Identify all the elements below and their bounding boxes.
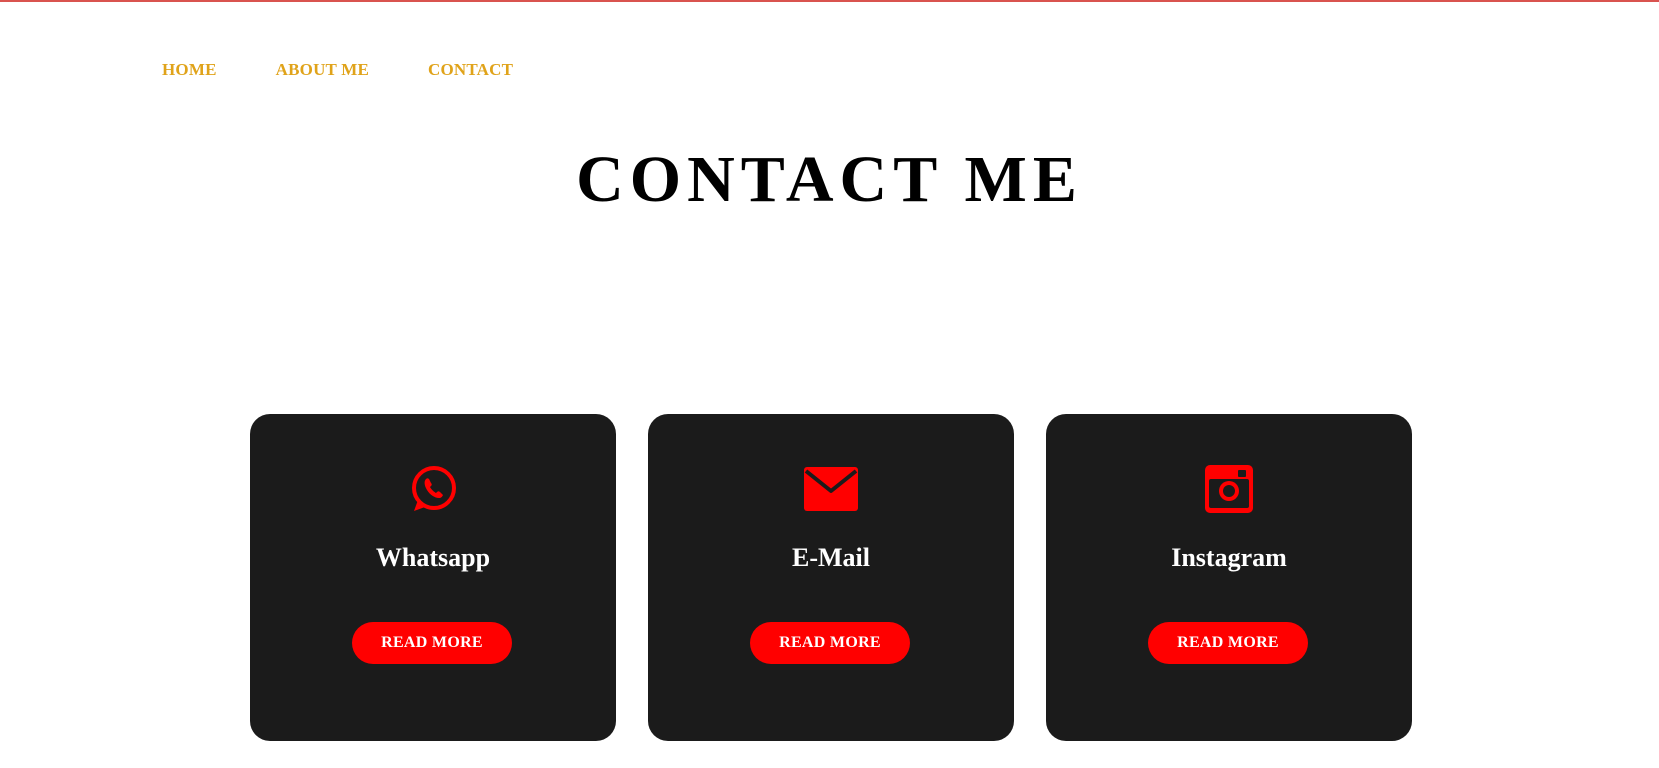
email-card-title: E-Mail bbox=[792, 543, 870, 572]
top-border-line bbox=[0, 0, 1659, 2]
whatsapp-card: Whatsapp READ MORE bbox=[250, 414, 616, 741]
page-title: CONTACT ME bbox=[576, 143, 1083, 216]
email-card: E-Mail READ MORE bbox=[648, 414, 1014, 741]
instagram-card: Instagram READ MORE bbox=[1046, 414, 1412, 741]
main-nav: HOME ABOUT ME CONTACT bbox=[162, 60, 513, 80]
instagram-read-more-button[interactable]: READ MORE bbox=[1148, 622, 1308, 664]
contact-cards: Whatsapp READ MORE E-Mail READ MORE Inst… bbox=[250, 414, 1412, 741]
whatsapp-read-more-button[interactable]: READ MORE bbox=[352, 622, 512, 664]
nav-contact-link[interactable]: CONTACT bbox=[428, 60, 513, 80]
nav-home-link[interactable]: HOME bbox=[162, 60, 217, 80]
instagram-card-title: Instagram bbox=[1171, 543, 1287, 572]
whatsapp-icon bbox=[250, 462, 616, 516]
email-icon bbox=[648, 462, 1014, 516]
email-read-more-button[interactable]: READ MORE bbox=[750, 622, 910, 664]
nav-about-me-link[interactable]: ABOUT ME bbox=[276, 60, 369, 80]
whatsapp-card-title: Whatsapp bbox=[375, 543, 491, 572]
instagram-icon bbox=[1046, 462, 1412, 516]
